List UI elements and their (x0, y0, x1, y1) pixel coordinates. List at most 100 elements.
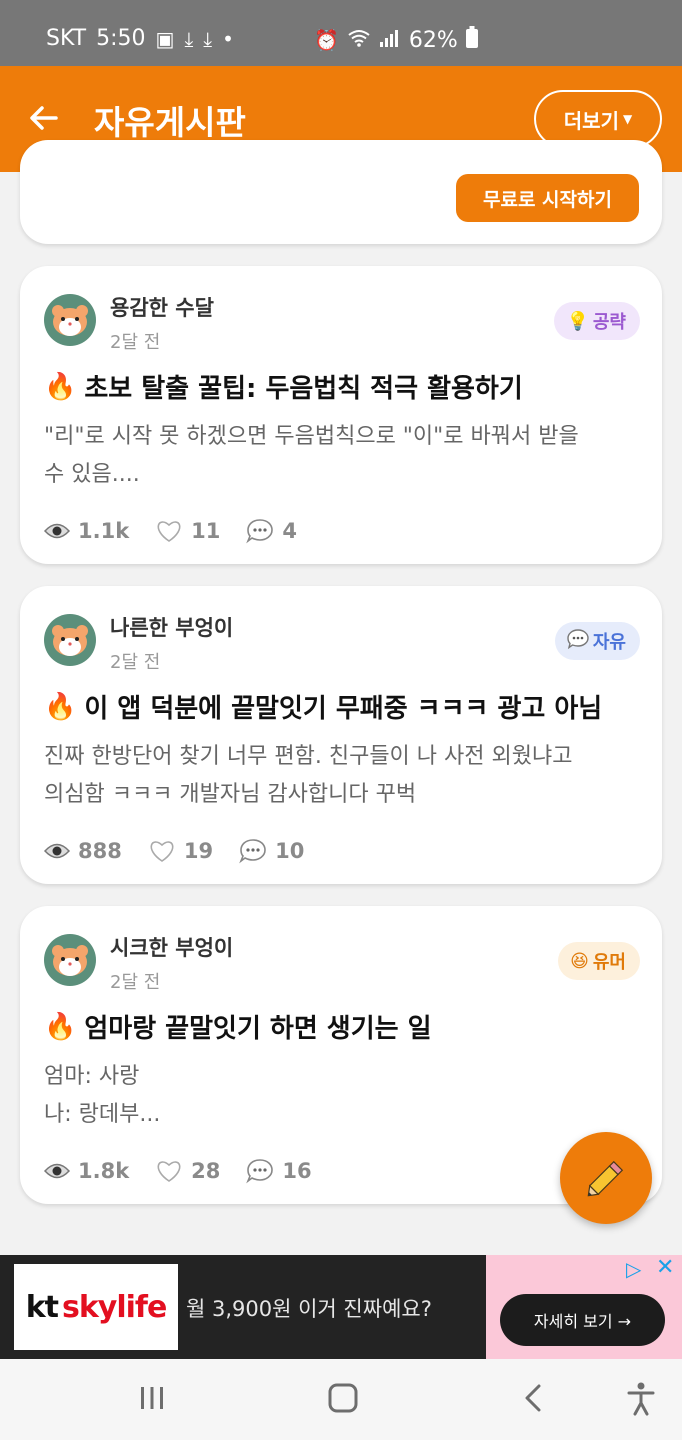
ad-cta-button[interactable]: 자세히 보기 → (500, 1294, 665, 1346)
preview-line: 수 있음.... (44, 462, 140, 487)
avatar (44, 934, 96, 986)
speech-bubble-icon (567, 628, 589, 654)
comment-bubble-icon (246, 1159, 274, 1184)
category-label: 유머 (592, 952, 626, 973)
back-icon[interactable] (518, 1381, 548, 1419)
hamster-icon (52, 945, 88, 976)
views-count: 1.1k (78, 519, 130, 543)
promo-card: 무료로 시작하기 (20, 140, 662, 244)
fire-icon: 🔥 (44, 1011, 77, 1042)
eye-icon (44, 1163, 70, 1179)
system-nav-bar (0, 1359, 682, 1440)
download-icon: ⤓ (184, 26, 194, 51)
ad-banner[interactable]: kt skylife 월 3,900원 이거 진짜예요? ▷ ✕ 자세히 보기 … (0, 1255, 682, 1359)
views-count: 888 (78, 839, 122, 863)
category-tag: 자유 (554, 622, 640, 660)
preview-line: 의심함 ㅋㅋㅋ 개발자님 감사합니다 꾸벅 (44, 782, 417, 807)
author-name: 나른한 부엉이 (110, 616, 234, 640)
clock: 5:50 (96, 26, 146, 51)
comments-count: 4 (282, 519, 298, 543)
hamster-icon (52, 305, 88, 336)
comments-count: 16 (282, 1159, 312, 1183)
signal-icon (379, 28, 401, 53)
ad-brand-logo: kt skylife (14, 1264, 178, 1350)
post-preview: "리"로 시작 못 하겠으면 두음법칙으로 "이"로 바꿔서 받을 수 있음..… (44, 418, 638, 494)
ad-text: 월 3,900원 이거 진짜예요? (186, 1297, 432, 1321)
start-free-button[interactable]: 무료로 시작하기 (456, 174, 639, 222)
post-time: 2달 전 (110, 972, 161, 993)
hamster-icon (52, 625, 88, 656)
carrier: SKT (46, 26, 87, 51)
heart-icon (157, 521, 181, 542)
more-button-label: 더보기 (563, 108, 619, 133)
laughing-face-icon: 😆 (570, 950, 589, 972)
comment-bubble-icon (239, 839, 266, 864)
author-name: 시크한 부엉이 (110, 936, 234, 960)
battery-icon (465, 26, 478, 54)
avatar (44, 294, 96, 346)
home-icon[interactable] (326, 1381, 360, 1419)
post-stats: 1.1k 11 4 (44, 518, 323, 544)
author-name: 용감한 수달 (110, 296, 214, 320)
likes-stat[interactable]: 19 (148, 839, 213, 863)
comments-count: 10 (275, 839, 305, 863)
likes-stat[interactable]: 28 (155, 1159, 220, 1183)
ad-brand-kt: kt (25, 1289, 59, 1325)
fire-icon: 🔥 (44, 371, 77, 402)
category-label: 자유 (592, 632, 626, 653)
lightbulb-icon: 💡 (566, 310, 589, 332)
eye-icon (44, 843, 70, 859)
post-title-text: 엄마랑 끝말잇기 하면 생기는 일 (84, 1014, 432, 1044)
image-icon: ▣ (155, 26, 175, 51)
ad-brand-name: skylife (61, 1289, 167, 1325)
download-icon: ⤓ (203, 26, 213, 51)
comments-stat[interactable]: 4 (246, 518, 297, 544)
caret-down-icon: ▼ (622, 112, 633, 126)
post-time: 2달 전 (110, 332, 161, 353)
fire-icon: 🔥 (44, 691, 77, 722)
comments-stat[interactable]: 16 (246, 1158, 312, 1184)
post-title: 🔥 초보 탈출 꿀팁: 두음법칙 적극 활용하기 (44, 368, 523, 405)
back-arrow-icon[interactable] (26, 100, 62, 136)
post-title: 🔥 엄마랑 끝말잇기 하면 생기는 일 (44, 1008, 432, 1045)
preview-line: 나: 랑데부... (44, 1102, 161, 1127)
post-time: 2달 전 (110, 652, 161, 673)
likes-count: 11 (191, 519, 221, 543)
post-preview: 엄마: 사랑 나: 랑데부... (44, 1058, 638, 1134)
recent-apps-icon[interactable] (138, 1381, 166, 1419)
page-title: 자유게시판 (94, 103, 246, 142)
post-title-text: 초보 탈출 꿀팁: 두음법칙 적극 활용하기 (84, 374, 523, 404)
post-card[interactable]: 나른한 부엉이 2달 전 자유 🔥 이 앱 덕분에 끝말잇기 무패중 ㅋㅋㅋ 광… (20, 586, 662, 884)
views-stat: 1.8k (44, 1159, 129, 1183)
avatar (44, 614, 96, 666)
likes-stat[interactable]: 11 (155, 519, 220, 543)
post-stats: 1.8k 28 16 (44, 1158, 338, 1184)
accessibility-icon[interactable] (626, 1381, 656, 1421)
views-count: 1.8k (78, 1159, 130, 1183)
post-stats: 888 19 10 (44, 838, 330, 864)
battery-percent: 62% (408, 27, 458, 53)
views-stat: 1.1k (44, 519, 129, 543)
eye-icon (44, 523, 70, 539)
preview-line: 엄마: 사랑 (44, 1064, 140, 1089)
likes-count: 28 (191, 1159, 221, 1183)
category-label: 공략 (592, 312, 626, 333)
pencil-icon (587, 1160, 624, 1197)
category-tag: 💡 공략 (554, 302, 640, 340)
preview-line: "리"로 시작 못 하겠으면 두음법칙으로 "이"로 바꿔서 받을 (44, 424, 579, 449)
likes-count: 19 (183, 839, 214, 863)
alarm-icon: ⏰ (314, 28, 339, 52)
post-card[interactable]: 용감한 수달 2달 전 💡 공략 🔥 초보 탈출 꿀팁: 두음법칙 적극 활용하… (20, 266, 662, 564)
views-stat: 888 (44, 839, 122, 863)
post-preview: 진짜 한방단어 찾기 너무 편함. 친구들이 나 사전 외웠냐고 의심함 ㅋㅋㅋ… (44, 738, 638, 814)
adchoices-icon[interactable]: ▷ (626, 1257, 641, 1281)
wifi-icon (347, 28, 371, 53)
write-post-button[interactable] (560, 1132, 652, 1224)
heart-icon (150, 841, 174, 862)
comment-bubble-icon (246, 519, 274, 544)
post-title-text: 이 앱 덕분에 끝말잇기 무패중 ㅋㅋㅋ 광고 아님 (84, 694, 603, 724)
dot-icon: • (222, 26, 234, 51)
heart-icon (157, 1161, 181, 1182)
close-icon[interactable]: ✕ (656, 1255, 674, 1280)
comments-stat[interactable]: 10 (239, 838, 304, 864)
